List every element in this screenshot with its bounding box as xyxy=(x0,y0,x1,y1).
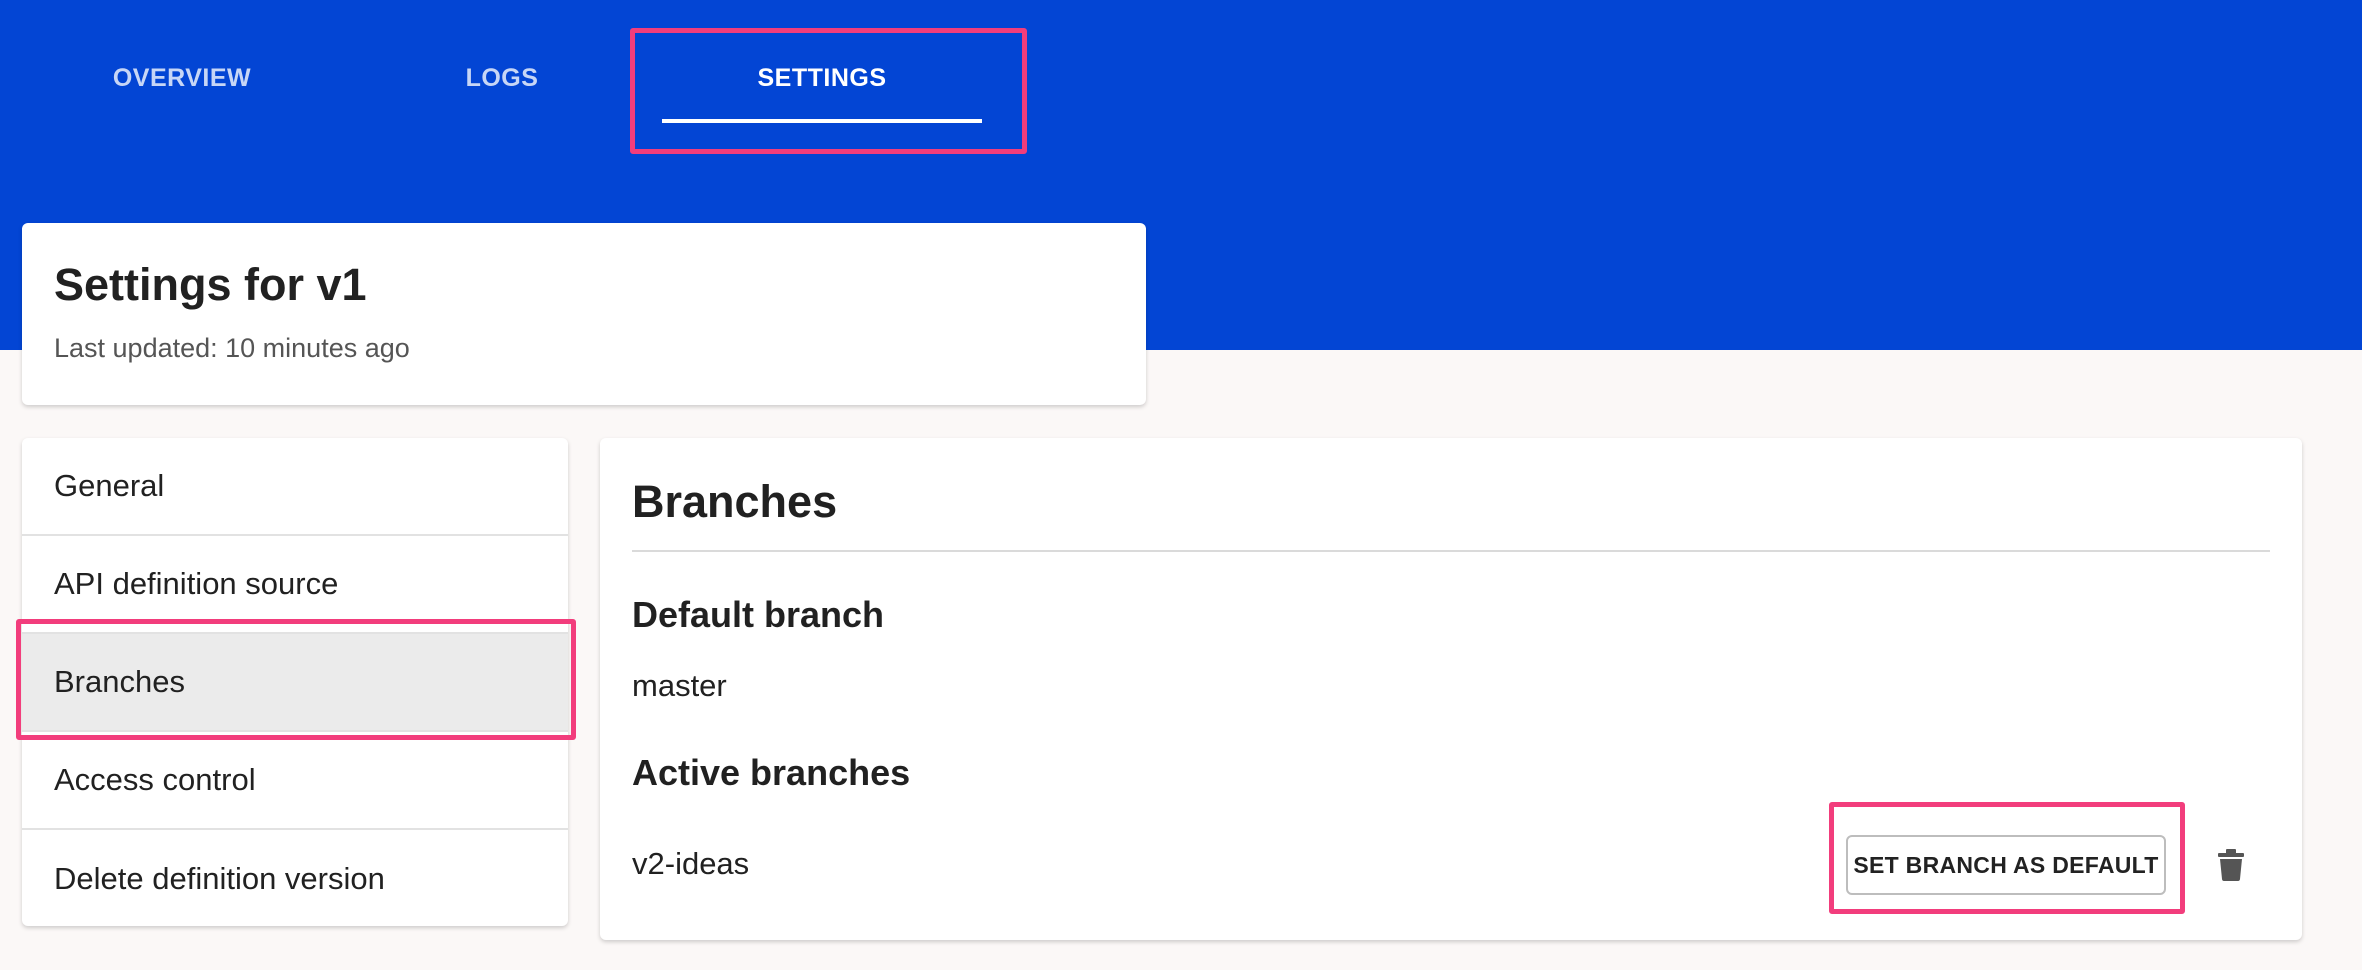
last-updated-text: Last updated: 10 minutes ago xyxy=(54,332,410,363)
active-tab-indicator xyxy=(662,119,982,123)
branches-panel: Branches Default branch master Active br… xyxy=(600,438,2302,940)
trash-icon xyxy=(2218,849,2244,881)
panel-divider xyxy=(632,550,2270,552)
title-card: Settings for v1 Last updated: 10 minutes… xyxy=(22,223,1146,405)
tab-bar: OVERVIEW LOGS SETTINGS xyxy=(0,0,2362,160)
page-title: Settings for v1 xyxy=(54,259,367,310)
active-branches-heading: Active branches xyxy=(632,752,911,793)
settings-sidebar: General API definition source Branches A… xyxy=(22,438,568,926)
tab-settings[interactable]: SETTINGS xyxy=(662,0,982,150)
sidebar-item-access-control[interactable]: Access control xyxy=(22,732,568,830)
set-branch-as-default-button[interactable]: SET BRANCH AS DEFAULT xyxy=(1846,835,2166,895)
page: OVERVIEW LOGS SETTINGS Settings for v1 L… xyxy=(0,0,2362,970)
sidebar-item-delete-definition-version[interactable]: Delete definition version xyxy=(22,830,568,926)
sidebar-item-branches[interactable]: Branches xyxy=(22,634,568,732)
sidebar-item-general[interactable]: General xyxy=(22,438,568,536)
tab-logs[interactable]: LOGS xyxy=(342,0,662,150)
branch-name: v2-ideas xyxy=(632,846,750,881)
delete-branch-button[interactable] xyxy=(2206,840,2256,890)
sidebar-item-api-definition-source[interactable]: API definition source xyxy=(22,536,568,634)
default-branch-heading: Default branch xyxy=(632,594,885,635)
panel-title: Branches xyxy=(632,476,838,527)
tab-overview[interactable]: OVERVIEW xyxy=(22,0,342,150)
default-branch-value: master xyxy=(632,668,727,703)
